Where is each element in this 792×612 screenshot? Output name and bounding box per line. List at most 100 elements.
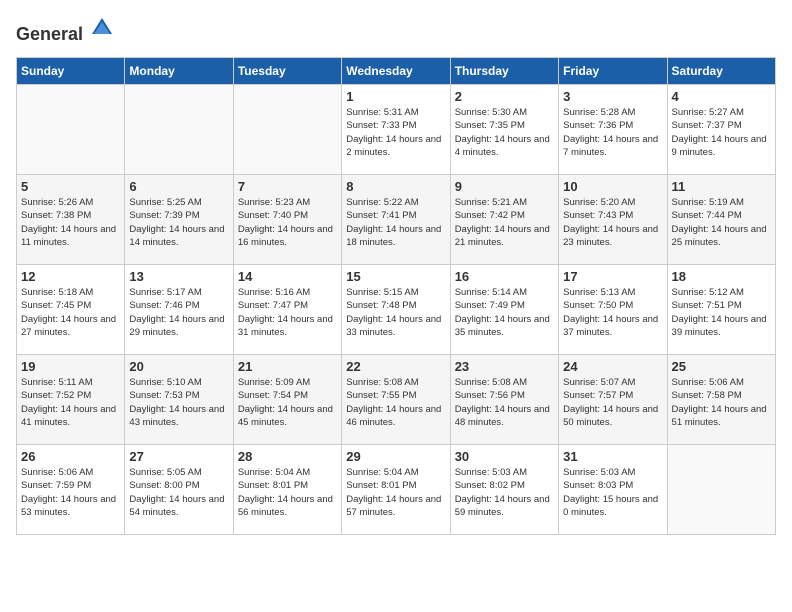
day-info: Sunrise: 5:20 AM Sunset: 7:43 PM Dayligh… xyxy=(563,196,662,249)
day-number: 21 xyxy=(238,359,337,374)
calendar-week-row: 12Sunrise: 5:18 AM Sunset: 7:45 PM Dayli… xyxy=(17,265,776,355)
day-number: 3 xyxy=(563,89,662,104)
day-info: Sunrise: 5:06 AM Sunset: 7:59 PM Dayligh… xyxy=(21,466,120,519)
calendar-day-cell: 2 Sunrise: 5:30 AM Sunset: 7:35 PM Daylig… xyxy=(450,85,558,175)
calendar-day-cell: 31 Sunrise: 5:03 AM Sunset: 8:03 PM Dayli… xyxy=(559,445,667,535)
logo: General xyxy=(16,16,114,45)
day-info: Sunrise: 5:05 AM Sunset: 8:00 PM Dayligh… xyxy=(129,466,228,519)
calendar-day-cell: 8 Sunrise: 5:22 AM Sunset: 7:41 PM Daylig… xyxy=(342,175,450,265)
calendar-table: SundayMondayTuesdayWednesdayThursdayFrid… xyxy=(16,57,776,535)
day-number: 8 xyxy=(346,179,445,194)
day-info: Sunrise: 5:27 AM Sunset: 7:37 PM Dayligh… xyxy=(672,106,771,159)
day-number: 16 xyxy=(455,269,554,284)
day-number: 15 xyxy=(346,269,445,284)
day-info: Sunrise: 5:31 AM Sunset: 7:33 PM Dayligh… xyxy=(346,106,445,159)
day-number: 18 xyxy=(672,269,771,284)
calendar-day-cell: 11 Sunrise: 5:19 AM Sunset: 7:44 PM Dayli… xyxy=(667,175,775,265)
day-number: 14 xyxy=(238,269,337,284)
day-number: 27 xyxy=(129,449,228,464)
calendar-day-cell: 6 Sunrise: 5:25 AM Sunset: 7:39 PM Daylig… xyxy=(125,175,233,265)
calendar-week-row: 5 Sunrise: 5:26 AM Sunset: 7:38 PM Daylig… xyxy=(17,175,776,265)
calendar-day-cell: 18 Sunrise: 5:12 AM Sunset: 7:51 PM Dayli… xyxy=(667,265,775,355)
calendar-day-cell: 23 Sunrise: 5:08 AM Sunset: 7:56 PM Dayli… xyxy=(450,355,558,445)
calendar-day-cell xyxy=(667,445,775,535)
day-info: Sunrise: 5:04 AM Sunset: 8:01 PM Dayligh… xyxy=(346,466,445,519)
day-info: Sunrise: 5:07 AM Sunset: 7:57 PM Dayligh… xyxy=(563,376,662,429)
day-number: 6 xyxy=(129,179,228,194)
day-number: 1 xyxy=(346,89,445,104)
day-number: 28 xyxy=(238,449,337,464)
day-number: 2 xyxy=(455,89,554,104)
calendar-day-cell: 22 Sunrise: 5:08 AM Sunset: 7:55 PM Dayli… xyxy=(342,355,450,445)
calendar-day-cell: 5 Sunrise: 5:26 AM Sunset: 7:38 PM Daylig… xyxy=(17,175,125,265)
day-info: Sunrise: 5:06 AM Sunset: 7:58 PM Dayligh… xyxy=(672,376,771,429)
calendar-day-cell: 15 Sunrise: 5:15 AM Sunset: 7:48 PM Dayli… xyxy=(342,265,450,355)
day-info: Sunrise: 5:23 AM Sunset: 7:40 PM Dayligh… xyxy=(238,196,337,249)
day-info: Sunrise: 5:08 AM Sunset: 7:55 PM Dayligh… xyxy=(346,376,445,429)
day-number: 4 xyxy=(672,89,771,104)
weekday-header: Saturday xyxy=(667,58,775,85)
calendar-week-row: 1 Sunrise: 5:31 AM Sunset: 7:33 PM Daylig… xyxy=(17,85,776,175)
calendar-day-cell: 9Sunrise: 5:21 AM Sunset: 7:42 PM Daylig… xyxy=(450,175,558,265)
calendar-day-cell: 14 Sunrise: 5:16 AM Sunset: 7:47 PM Dayli… xyxy=(233,265,341,355)
day-info: Sunrise: 5:16 AM Sunset: 7:47 PM Dayligh… xyxy=(238,286,337,339)
day-info: Sunrise: 5:04 AM Sunset: 8:01 PM Dayligh… xyxy=(238,466,337,519)
day-info: Sunrise: 5:03 AM Sunset: 8:02 PM Dayligh… xyxy=(455,466,554,519)
weekday-header: Wednesday xyxy=(342,58,450,85)
day-info: Sunrise: 5:10 AM Sunset: 7:53 PM Dayligh… xyxy=(129,376,228,429)
calendar-body: 1 Sunrise: 5:31 AM Sunset: 7:33 PM Daylig… xyxy=(17,85,776,535)
calendar-day-cell xyxy=(17,85,125,175)
weekday-row: SundayMondayTuesdayWednesdayThursdayFrid… xyxy=(17,58,776,85)
logo-general-text: General xyxy=(16,16,114,45)
calendar-day-cell: 24 Sunrise: 5:07 AM Sunset: 7:57 PM Dayli… xyxy=(559,355,667,445)
day-info: Sunrise: 5:08 AM Sunset: 7:56 PM Dayligh… xyxy=(455,376,554,429)
calendar-day-cell: 20Sunrise: 5:10 AM Sunset: 7:53 PM Dayli… xyxy=(125,355,233,445)
weekday-header: Monday xyxy=(125,58,233,85)
day-number: 7 xyxy=(238,179,337,194)
calendar-day-cell: 26 Sunrise: 5:06 AM Sunset: 7:59 PM Dayli… xyxy=(17,445,125,535)
calendar-day-cell: 1 Sunrise: 5:31 AM Sunset: 7:33 PM Daylig… xyxy=(342,85,450,175)
calendar-day-cell: 16Sunrise: 5:14 AM Sunset: 7:49 PM Dayli… xyxy=(450,265,558,355)
day-number: 9 xyxy=(455,179,554,194)
day-info: Sunrise: 5:03 AM Sunset: 8:03 PM Dayligh… xyxy=(563,466,662,519)
page-header: General xyxy=(16,16,776,45)
calendar-day-cell: 12Sunrise: 5:18 AM Sunset: 7:45 PM Dayli… xyxy=(17,265,125,355)
calendar-day-cell: 19 Sunrise: 5:11 AM Sunset: 7:52 PM Dayli… xyxy=(17,355,125,445)
day-info: Sunrise: 5:22 AM Sunset: 7:41 PM Dayligh… xyxy=(346,196,445,249)
calendar-day-cell: 30 Sunrise: 5:03 AM Sunset: 8:02 PM Dayli… xyxy=(450,445,558,535)
calendar-day-cell xyxy=(233,85,341,175)
calendar-day-cell xyxy=(125,85,233,175)
calendar-day-cell: 13 Sunrise: 5:17 AM Sunset: 7:46 PM Dayli… xyxy=(125,265,233,355)
day-number: 13 xyxy=(129,269,228,284)
calendar-header: SundayMondayTuesdayWednesdayThursdayFrid… xyxy=(17,58,776,85)
day-info: Sunrise: 5:11 AM Sunset: 7:52 PM Dayligh… xyxy=(21,376,120,429)
day-number: 22 xyxy=(346,359,445,374)
day-number: 11 xyxy=(672,179,771,194)
calendar-day-cell: 10Sunrise: 5:20 AM Sunset: 7:43 PM Dayli… xyxy=(559,175,667,265)
day-number: 26 xyxy=(21,449,120,464)
day-info: Sunrise: 5:26 AM Sunset: 7:38 PM Dayligh… xyxy=(21,196,120,249)
day-info: Sunrise: 5:17 AM Sunset: 7:46 PM Dayligh… xyxy=(129,286,228,339)
day-info: Sunrise: 5:12 AM Sunset: 7:51 PM Dayligh… xyxy=(672,286,771,339)
calendar-day-cell: 21Sunrise: 5:09 AM Sunset: 7:54 PM Dayli… xyxy=(233,355,341,445)
day-number: 30 xyxy=(455,449,554,464)
weekday-header: Tuesday xyxy=(233,58,341,85)
day-number: 5 xyxy=(21,179,120,194)
day-number: 25 xyxy=(672,359,771,374)
day-number: 23 xyxy=(455,359,554,374)
weekday-header: Sunday xyxy=(17,58,125,85)
day-info: Sunrise: 5:25 AM Sunset: 7:39 PM Dayligh… xyxy=(129,196,228,249)
weekday-header: Friday xyxy=(559,58,667,85)
day-number: 24 xyxy=(563,359,662,374)
day-number: 17 xyxy=(563,269,662,284)
day-number: 19 xyxy=(21,359,120,374)
day-info: Sunrise: 5:19 AM Sunset: 7:44 PM Dayligh… xyxy=(672,196,771,249)
day-info: Sunrise: 5:30 AM Sunset: 7:35 PM Dayligh… xyxy=(455,106,554,159)
calendar-day-cell: 28 Sunrise: 5:04 AM Sunset: 8:01 PM Dayli… xyxy=(233,445,341,535)
calendar-day-cell: 27 Sunrise: 5:05 AM Sunset: 8:00 PM Dayli… xyxy=(125,445,233,535)
calendar-week-row: 19 Sunrise: 5:11 AM Sunset: 7:52 PM Dayli… xyxy=(17,355,776,445)
day-info: Sunrise: 5:15 AM Sunset: 7:48 PM Dayligh… xyxy=(346,286,445,339)
day-number: 31 xyxy=(563,449,662,464)
day-info: Sunrise: 5:28 AM Sunset: 7:36 PM Dayligh… xyxy=(563,106,662,159)
calendar-day-cell: 7 Sunrise: 5:23 AM Sunset: 7:40 PM Daylig… xyxy=(233,175,341,265)
